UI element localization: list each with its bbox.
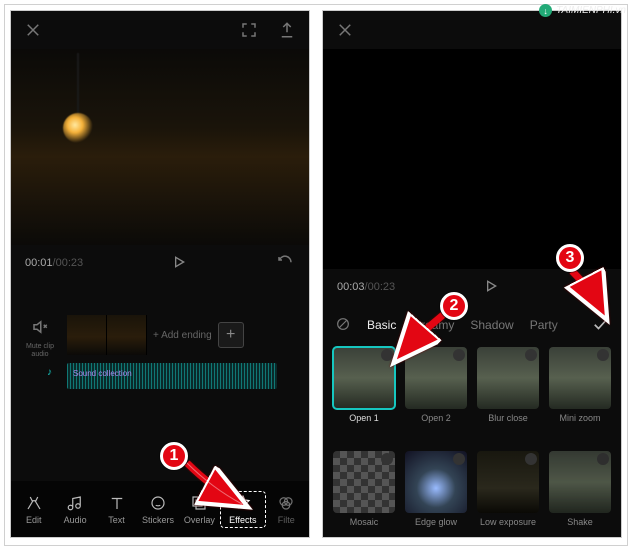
add-ending[interactable]: + Add ending + — [153, 322, 244, 348]
effect-mini-zoom[interactable]: Mini zoom — [547, 347, 613, 443]
effect-blur-close[interactable]: Blur close — [475, 347, 541, 443]
undo-icon[interactable] — [275, 253, 295, 273]
topbar — [11, 11, 309, 49]
effect-thumb — [477, 451, 539, 513]
audio-track-icon: ♪ — [47, 367, 52, 378]
category-party[interactable]: Party — [530, 318, 558, 332]
effect-low-exposure[interactable]: Low exposure — [475, 451, 541, 538]
annotation-arrow-1 — [182, 458, 262, 523]
annotation-arrow-3 — [562, 266, 622, 331]
audio-clip-label: Sound collection — [73, 369, 132, 378]
watermark-text: TAIMIENPHI.vn — [556, 5, 626, 16]
video-preview[interactable] — [11, 49, 309, 245]
tool-audio[interactable]: Audio — [54, 494, 95, 525]
annotation-bubble-1: 1 — [160, 442, 188, 470]
effect-thumb — [333, 451, 395, 513]
annotation-arrow-2 — [388, 310, 458, 375]
effect-thumb — [477, 347, 539, 409]
mute-clip-audio[interactable]: Mute clip audio — [17, 317, 63, 359]
clip-thumb[interactable] — [67, 315, 107, 355]
effect-thumb — [405, 451, 467, 513]
fullscreen-icon[interactable] — [239, 20, 259, 40]
tool-stickers[interactable]: Stickers — [137, 494, 178, 525]
speaker-mute-icon — [30, 317, 50, 337]
effect-mosaic[interactable]: Mosaic — [331, 451, 397, 538]
clip-strip[interactable]: + Add ending + — [67, 315, 244, 355]
annotation-bubble-2: 2 — [440, 292, 468, 320]
effect-thumb — [549, 451, 611, 513]
timeline[interactable]: Mute clip audio + Add ending + ♪ Sound c… — [11, 281, 309, 423]
tool-edit[interactable]: Edit — [13, 494, 54, 525]
tool-text[interactable]: Text — [96, 494, 137, 525]
annotation-bubble-3: 3 — [556, 244, 584, 272]
effect-edge-glow[interactable]: Edge glow — [403, 451, 469, 538]
audio-track[interactable]: Sound collection — [67, 363, 277, 389]
video-preview[interactable] — [323, 49, 621, 269]
preview-content — [63, 113, 93, 143]
clip-thumb[interactable] — [107, 315, 147, 355]
effect-thumb — [549, 347, 611, 409]
category-shadow[interactable]: Shadow — [470, 318, 513, 332]
time-row: 00:01/00:23 — [11, 245, 309, 281]
no-effect-icon[interactable] — [335, 316, 351, 335]
play-button[interactable] — [483, 278, 499, 297]
close-icon[interactable] — [23, 20, 43, 40]
bottom-toolbar: Edit Audio Text Stickers Overlay Effects… — [11, 481, 309, 537]
play-button[interactable] — [171, 254, 187, 273]
effects-grid: Open 1 Open 2 Blur close Mini zoom Mosai… — [323, 345, 621, 538]
effect-shake[interactable]: Shake — [547, 451, 613, 538]
time-display: 00:03/00:23 — [337, 281, 395, 293]
effect-thumb — [333, 347, 395, 409]
close-icon[interactable] — [335, 20, 355, 40]
export-icon[interactable] — [277, 20, 297, 40]
plus-icon[interactable]: + — [218, 322, 244, 348]
time-display: 00:01/00:23 — [25, 257, 83, 269]
watermark: TAIMIENPHI.vn — [539, 4, 626, 17]
tool-filters[interactable]: Filte — [266, 494, 307, 525]
